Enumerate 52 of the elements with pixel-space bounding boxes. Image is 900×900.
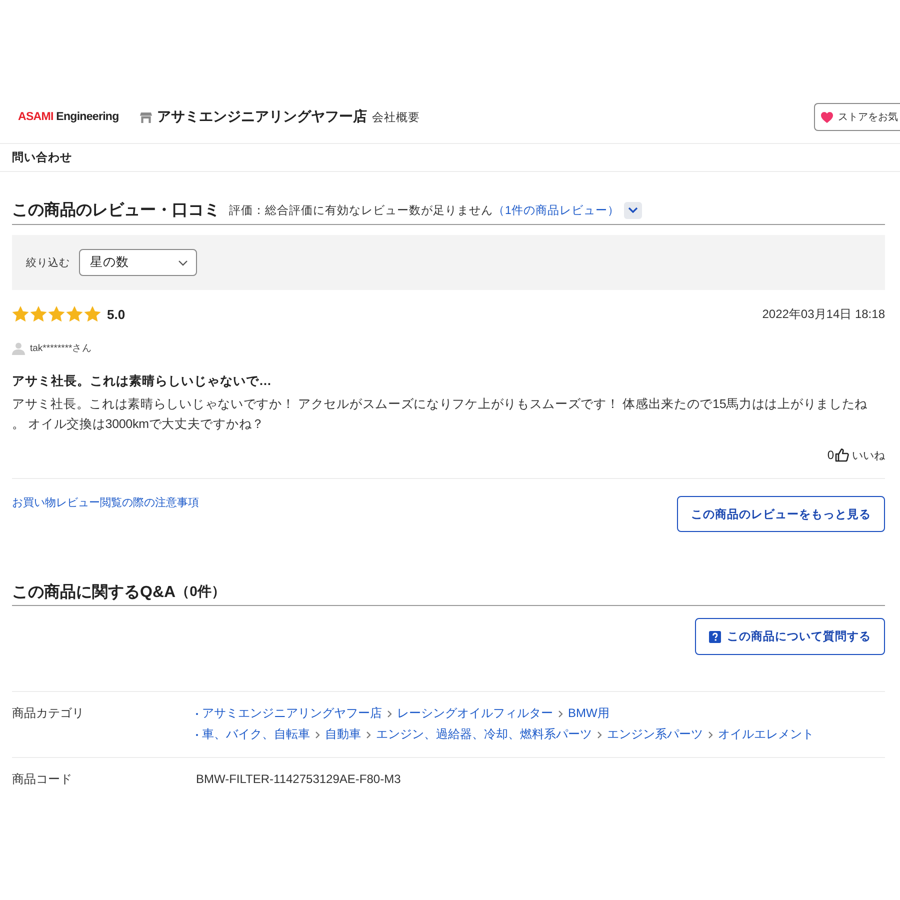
star-icon xyxy=(30,306,47,322)
review-guidelines-link[interactable]: お買い物レビュー閲覧の際の注意事項 xyxy=(12,496,199,510)
more-reviews-button[interactable]: この商品のレビューをもっと見る xyxy=(677,496,885,532)
expand-button[interactable] xyxy=(624,202,642,218)
section-heading: この商品のレビュー・口コミ xyxy=(12,200,220,220)
chevron-right-icon xyxy=(387,710,392,718)
chevron-right-icon xyxy=(708,730,713,738)
review-count-link[interactable]: （1件の商品レビュー） xyxy=(493,202,620,218)
category-link[interactable]: 自動車 xyxy=(325,726,361,743)
chevron-right-icon xyxy=(558,710,563,718)
store-name[interactable]: アサミエンジニアリングヤフー店 xyxy=(156,108,367,126)
product-code: BMW-FILTER-1142753129AE-F80-M3 xyxy=(196,771,401,788)
rating-note: 評価：総合評価に有効なレビュー数が足りません xyxy=(229,204,493,218)
company-profile-link[interactable]: 会社概要 xyxy=(372,110,420,124)
category-link[interactable]: エンジン、過給器、冷却、燃料系パーツ xyxy=(376,726,592,743)
section-heading: この商品に関するQ&A xyxy=(12,582,176,602)
chevron-down-icon xyxy=(178,260,188,266)
ask-question-button[interactable]: この商品について質問する xyxy=(695,618,885,655)
category-link[interactable]: オイルエレメント xyxy=(718,726,814,743)
qa-count: （0件） xyxy=(176,583,226,601)
category-link[interactable]: レーシングオイルフィルター xyxy=(397,705,553,722)
category-link[interactable]: 車、バイク、自転車 xyxy=(202,726,310,743)
review-text: アサミ社長。これは素晴らしいじゃないですか！ アクセルがスムーズになりフケ上がりもスムーズです！ 体感出来たので15馬力はは上がりましたね。 オイル交換は3000kmで大丈夫ですかね？ xyxy=(12,396,869,433)
thumbs-up-icon[interactable] xyxy=(835,448,849,462)
chevron-right-icon xyxy=(366,730,371,738)
reviewer-name: tak********さん xyxy=(30,342,92,354)
chevron-down-icon xyxy=(628,207,638,213)
rating-score: 5.0 xyxy=(107,306,126,322)
star-icon xyxy=(66,306,83,322)
star-icon xyxy=(12,306,29,322)
detail-label: 商品コード xyxy=(12,771,73,788)
store-logo[interactable]: ASAMI Engineering xyxy=(18,111,119,123)
category-link[interactable]: アサミエンジニアリングヤフー店 xyxy=(202,705,382,722)
detail-label: 商品カテゴリ xyxy=(12,705,85,722)
filter-label: 絞り込む xyxy=(26,256,70,270)
star-filter-select[interactable]: 星の数 xyxy=(79,249,197,276)
category-link[interactable]: エンジン系パーツ xyxy=(607,726,703,743)
like-label[interactable]: いいね xyxy=(852,448,885,462)
question-icon xyxy=(709,630,721,642)
star-icon xyxy=(48,306,65,322)
chevron-right-icon xyxy=(597,730,602,738)
contact-link[interactable]: 問い合わせ xyxy=(12,150,72,165)
review-title: アサミ社長。これは素晴らしいじゃないで… xyxy=(12,373,272,389)
storefront-icon xyxy=(140,112,152,122)
star-icon xyxy=(84,306,101,322)
category-link[interactable]: BMW用 xyxy=(568,705,610,722)
review-date: 2022年03月14日 18:18 xyxy=(762,306,885,322)
chevron-right-icon xyxy=(315,730,320,738)
favorite-store-button[interactable]: ストアをお気 xyxy=(814,103,900,131)
user-icon xyxy=(12,342,25,354)
heart-icon xyxy=(821,112,833,122)
like-count: 0 xyxy=(827,448,834,462)
